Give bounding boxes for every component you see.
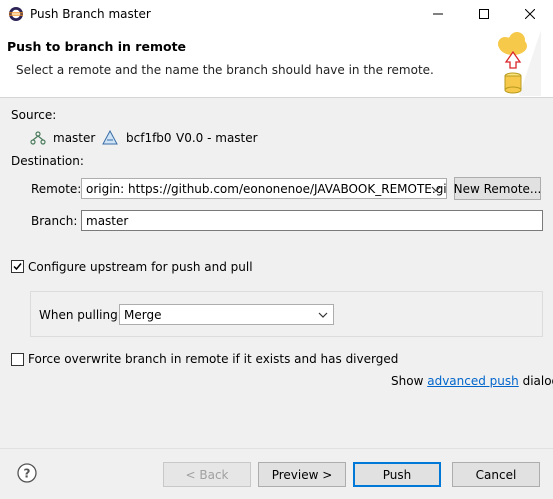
push-button[interactable]: Push	[353, 462, 441, 487]
wizard-header: Push to branch in remote Select a remote…	[0, 28, 553, 98]
remote-value: origin: https://github.com/eononenoe/JAV…	[86, 181, 447, 196]
preview-button[interactable]: Preview >	[258, 462, 346, 487]
chevron-down-icon	[317, 308, 329, 322]
help-icon[interactable]: ?	[17, 463, 37, 486]
source-label: Source:	[11, 108, 57, 122]
eclipse-app-icon	[8, 6, 24, 22]
advanced-push-prefix: Show	[391, 374, 424, 388]
window-title: Push Branch master	[30, 7, 151, 21]
new-remote-button[interactable]: New Remote...	[454, 177, 541, 200]
header-description: Select a remote and the name the branch …	[16, 63, 434, 77]
branch-name-value: master	[86, 213, 129, 228]
remote-combo[interactable]: origin: https://github.com/eononenoe/JAV…	[81, 178, 447, 199]
advanced-push-link[interactable]: advanced push	[427, 374, 519, 388]
footer-divider	[0, 448, 553, 449]
pull-settings-group: When pulling: Merge	[30, 291, 543, 337]
close-button[interactable]	[507, 0, 553, 28]
title-bar: Push Branch master	[0, 0, 553, 28]
close-icon	[525, 9, 535, 19]
configure-upstream-checkbox[interactable]	[11, 260, 24, 273]
source-commit-message: V0.0 - master	[176, 131, 258, 145]
when-pulling-combo[interactable]: Merge	[119, 304, 334, 325]
checkmark-icon	[13, 263, 22, 271]
cloud-push-icon	[489, 30, 541, 96]
when-pulling-label: When pulling:	[39, 308, 122, 322]
branch-label: Branch:	[31, 214, 78, 228]
branch-name-input[interactable]: master	[81, 210, 543, 231]
destination-label: Destination:	[11, 154, 84, 168]
source-commit-id: bcf1fb0	[126, 131, 172, 145]
when-pulling-value: Merge	[124, 307, 162, 322]
force-overwrite-checkbox[interactable]	[11, 353, 24, 366]
chevron-down-icon	[430, 182, 442, 196]
branch-icon	[30, 131, 46, 148]
advanced-push-text: Show advanced push dialog	[391, 374, 553, 388]
commit-icon	[102, 129, 118, 149]
advanced-push-suffix: dialog	[522, 374, 553, 388]
back-button[interactable]: < Back	[163, 462, 251, 487]
source-branch: master	[53, 131, 96, 145]
maximize-icon	[479, 9, 489, 19]
configure-upstream-label: Configure upstream for push and pull	[28, 260, 253, 274]
force-overwrite-label: Force overwrite branch in remote if it e…	[28, 352, 399, 366]
cancel-button[interactable]: Cancel	[452, 462, 540, 487]
svg-text:?: ?	[24, 467, 31, 481]
minimize-button[interactable]	[415, 0, 461, 28]
remote-label: Remote:	[31, 182, 82, 196]
minimize-icon	[433, 13, 443, 15]
header-title: Push to branch in remote	[7, 39, 187, 54]
maximize-button[interactable]	[461, 0, 507, 28]
